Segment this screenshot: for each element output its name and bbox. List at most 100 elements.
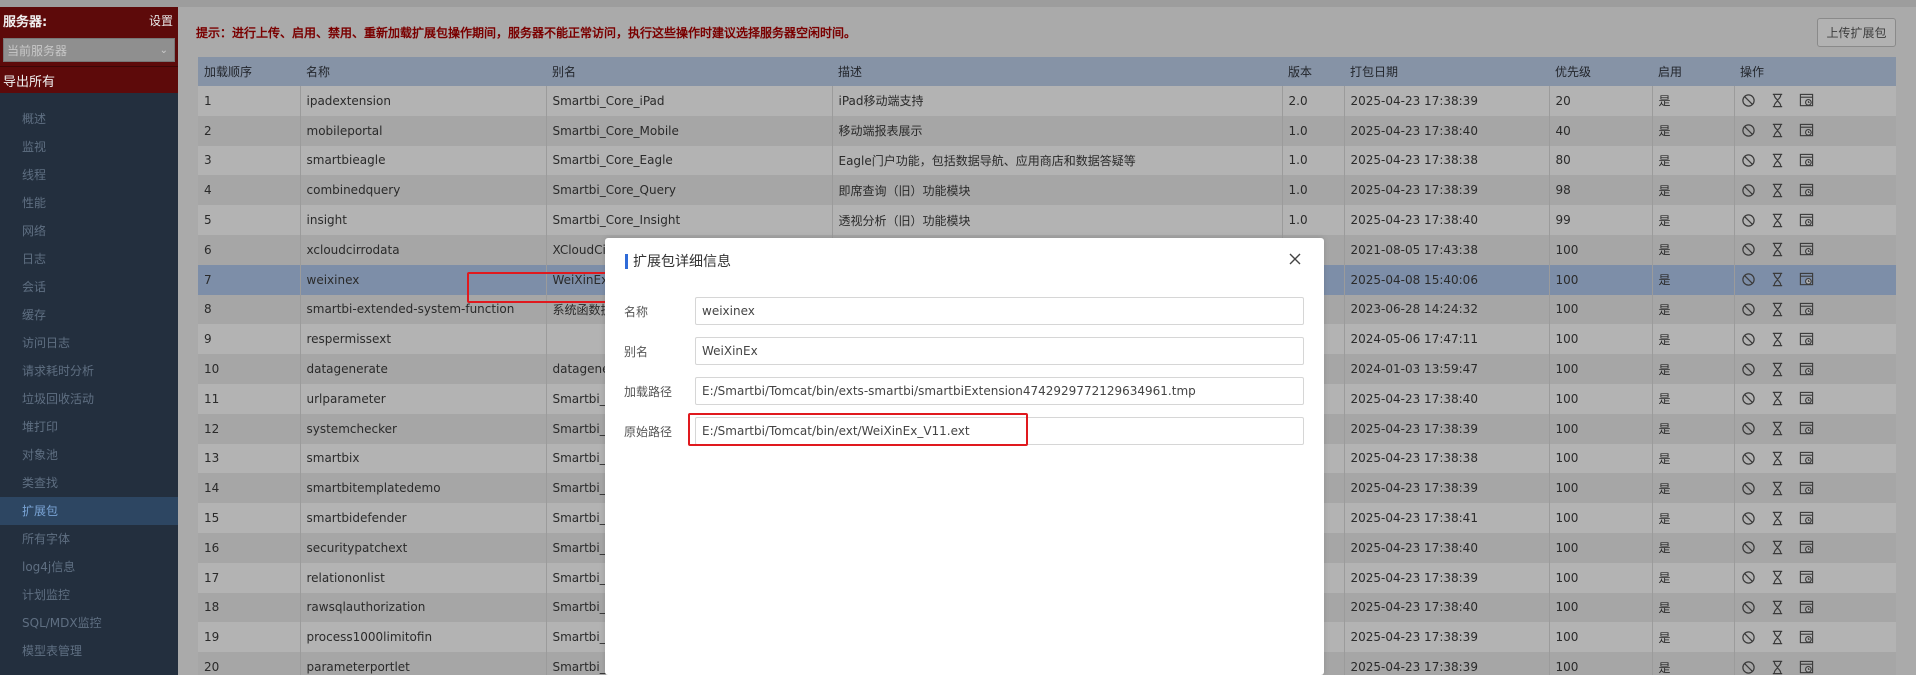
reload-icon[interactable]	[1799, 272, 1815, 288]
sidebar-item[interactable]: 所有字体	[0, 525, 178, 553]
disable-icon[interactable]	[1741, 331, 1757, 347]
sidebar-item[interactable]: 概述	[0, 105, 178, 133]
table-cell: 2025-04-08 15:40:06	[1344, 264, 1550, 295]
hourglass-icon[interactable]	[1770, 480, 1786, 496]
table-cell: 2.0	[1282, 86, 1345, 116]
hourglass-icon[interactable]	[1770, 242, 1786, 258]
disable-icon[interactable]	[1741, 659, 1757, 675]
hourglass-icon[interactable]	[1770, 123, 1786, 139]
reload-icon[interactable]	[1799, 629, 1815, 645]
table-row[interactable]: 1 ipadextension Smartbi_Core_iPad iPad移动端支持…	[198, 86, 1896, 116]
hourglass-icon[interactable]	[1770, 272, 1786, 288]
disable-icon[interactable]	[1741, 242, 1757, 258]
reload-icon[interactable]	[1799, 421, 1815, 437]
settings-link[interactable]: 设置	[149, 12, 173, 29]
hourglass-icon[interactable]	[1770, 361, 1786, 377]
reload-icon[interactable]	[1799, 540, 1815, 556]
reload-icon[interactable]	[1799, 212, 1815, 228]
hourglass-icon[interactable]	[1770, 391, 1786, 407]
disable-icon[interactable]	[1741, 421, 1757, 437]
field-alias-input[interactable]: WeiXinEx	[695, 337, 1304, 365]
reload-icon[interactable]	[1799, 599, 1815, 615]
server-select[interactable]: 当前服务器 ⌄	[3, 38, 175, 62]
disable-icon[interactable]	[1741, 510, 1757, 526]
close-icon[interactable]	[1286, 250, 1304, 268]
disable-icon[interactable]	[1741, 361, 1757, 377]
sidebar-item[interactable]: 扩展包	[0, 497, 178, 525]
hourglass-icon[interactable]	[1770, 570, 1786, 586]
hourglass-icon[interactable]	[1770, 421, 1786, 437]
sidebar-item[interactable]: 性能	[0, 189, 178, 217]
disable-icon[interactable]	[1741, 301, 1757, 317]
sidebar-item[interactable]: 线程	[0, 161, 178, 189]
sidebar-item[interactable]: log4j信息	[0, 553, 178, 581]
reload-icon[interactable]	[1799, 301, 1815, 317]
disable-icon[interactable]	[1741, 123, 1757, 139]
sidebar-item[interactable]: SQL/MDX监控	[0, 609, 178, 637]
disable-icon[interactable]	[1741, 629, 1757, 645]
reload-icon[interactable]	[1799, 331, 1815, 347]
disable-icon[interactable]	[1741, 540, 1757, 556]
sidebar-item[interactable]: 垃圾回收活动	[0, 385, 178, 413]
hourglass-icon[interactable]	[1770, 599, 1786, 615]
sidebar-item[interactable]: 日志	[0, 245, 178, 273]
table-cell: 即席查询（旧）功能模块	[832, 175, 1283, 206]
disable-icon[interactable]	[1741, 272, 1757, 288]
reload-icon[interactable]	[1799, 152, 1815, 168]
reload-icon[interactable]	[1799, 510, 1815, 526]
sidebar-item[interactable]: 模型表管理	[0, 637, 178, 665]
reload-icon[interactable]	[1799, 480, 1815, 496]
reload-icon[interactable]	[1799, 570, 1815, 586]
field-load-path-input[interactable]: E:/Smartbi/Tomcat/bin/exts-smartbi/smart…	[695, 377, 1304, 405]
hourglass-icon[interactable]	[1770, 540, 1786, 556]
disable-icon[interactable]	[1741, 450, 1757, 466]
sidebar-item[interactable]: 对象池	[0, 441, 178, 469]
field-name-input[interactable]: weixinex	[695, 297, 1304, 325]
hourglass-icon[interactable]	[1770, 510, 1786, 526]
hourglass-icon[interactable]	[1770, 331, 1786, 347]
export-all-button[interactable]: 导出所有	[0, 66, 178, 93]
table-cell: 是	[1652, 473, 1735, 504]
hourglass-icon[interactable]	[1770, 301, 1786, 317]
hourglass-icon[interactable]	[1770, 93, 1786, 109]
disable-icon[interactable]	[1741, 391, 1757, 407]
disable-icon[interactable]	[1741, 152, 1757, 168]
reload-icon[interactable]	[1799, 123, 1815, 139]
sidebar-item[interactable]: 缓存	[0, 301, 178, 329]
disable-icon[interactable]	[1741, 570, 1757, 586]
reload-icon[interactable]	[1799, 659, 1815, 675]
table-row[interactable]: 5 insight Smartbi_Core_Insight 透视分析（旧）功能模块 1…	[198, 205, 1896, 235]
disable-icon[interactable]	[1741, 212, 1757, 228]
hourglass-icon[interactable]	[1770, 182, 1786, 198]
reload-icon[interactable]	[1799, 242, 1815, 258]
table-cell: respermissext	[300, 324, 547, 355]
disable-icon[interactable]	[1741, 480, 1757, 496]
reload-icon[interactable]	[1799, 93, 1815, 109]
sidebar-item[interactable]: 网络	[0, 217, 178, 245]
table-row[interactable]: 4 combinedquery Smartbi_Core_Query 即席查询（旧）功…	[198, 175, 1896, 206]
hourglass-icon[interactable]	[1770, 629, 1786, 645]
sidebar-item[interactable]: 请求耗时分析	[0, 357, 178, 385]
sidebar-item[interactable]: 计划监控	[0, 581, 178, 609]
upload-extension-button[interactable]: 上传扩展包	[1817, 18, 1896, 47]
disable-icon[interactable]	[1741, 182, 1757, 198]
reload-icon[interactable]	[1799, 391, 1815, 407]
reload-icon[interactable]	[1799, 361, 1815, 377]
hourglass-icon[interactable]	[1770, 450, 1786, 466]
hourglass-icon[interactable]	[1770, 152, 1786, 168]
sidebar-item[interactable]: 访问日志	[0, 329, 178, 357]
hourglass-icon[interactable]	[1770, 212, 1786, 228]
sidebar-item[interactable]: 会话	[0, 273, 178, 301]
disable-icon[interactable]	[1741, 599, 1757, 615]
table-row[interactable]: 3 smartbieagle Smartbi_Core_Eagle Eagle门户功能…	[198, 145, 1896, 176]
table-row[interactable]: 2 mobileportal Smartbi_Core_Mobile 移动端报表展示 1…	[198, 115, 1896, 146]
sidebar-item[interactable]: 监视	[0, 133, 178, 161]
table-cell: smartbitemplatedemo	[300, 473, 547, 504]
reload-icon[interactable]	[1799, 450, 1815, 466]
sidebar-item[interactable]: 堆打印	[0, 413, 178, 441]
disable-icon[interactable]	[1741, 93, 1757, 109]
hourglass-icon[interactable]	[1770, 659, 1786, 675]
sidebar-item[interactable]: 类查找	[0, 469, 178, 497]
reload-icon[interactable]	[1799, 182, 1815, 198]
table-cell: combinedquery	[300, 175, 547, 206]
